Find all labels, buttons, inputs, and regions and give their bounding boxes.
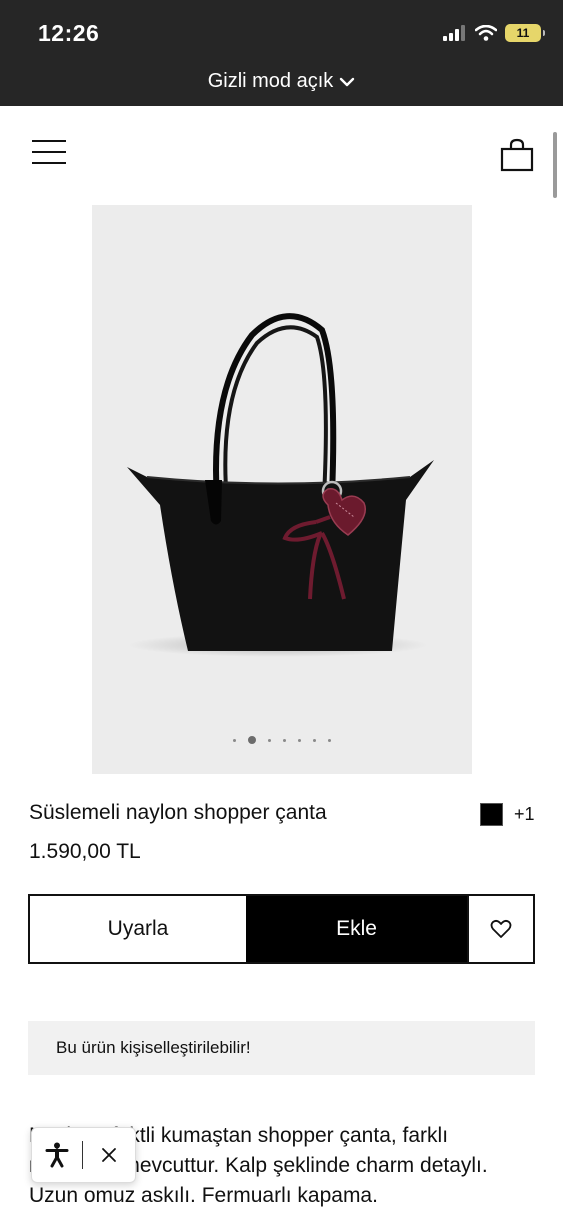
carousel-dot[interactable] xyxy=(268,738,271,742)
wifi-icon xyxy=(475,25,497,41)
private-mode-toggle[interactable]: Gizli mod açık xyxy=(0,70,563,93)
carousel-dot[interactable] xyxy=(328,738,331,742)
more-colors-link[interactable]: +1 xyxy=(514,804,535,825)
signal-icon xyxy=(443,25,465,41)
heart-icon xyxy=(490,919,512,938)
private-mode-label: Gizli mod açık xyxy=(207,70,334,92)
accessibility-close-button[interactable] xyxy=(83,1128,135,1182)
product-title: Süslemeli naylon shopper çanta xyxy=(29,801,327,824)
accessibility-icon xyxy=(45,1142,69,1168)
product-actions: Uyarla Ekle xyxy=(28,894,535,964)
carousel-dot[interactable] xyxy=(313,738,316,742)
customizable-note: Bu ürün kişiselleştirilebilir! xyxy=(28,1021,535,1075)
carousel-dot[interactable] xyxy=(283,738,286,742)
battery-icon: 11 xyxy=(505,24,545,42)
shopping-bag-icon[interactable] xyxy=(500,137,534,173)
carousel-dot[interactable] xyxy=(298,738,301,742)
accessibility-button[interactable] xyxy=(32,1128,82,1182)
carousel-dot[interactable] xyxy=(233,738,236,742)
browser-top-bar: 12:26 11 Gizli mod açık xyxy=(0,0,563,106)
chevron-down-icon xyxy=(340,77,355,86)
carousel-dots xyxy=(92,736,472,744)
product-price: 1.590,00 TL xyxy=(29,840,141,863)
status-icons: 11 xyxy=(443,24,545,42)
carousel-dot-active[interactable] xyxy=(248,736,256,744)
accessibility-widget xyxy=(31,1127,136,1183)
close-icon xyxy=(102,1148,116,1162)
product-image xyxy=(127,313,434,657)
add-to-cart-button[interactable]: Ekle xyxy=(246,896,467,962)
page-scrollbar[interactable] xyxy=(553,132,557,198)
favorite-button[interactable] xyxy=(467,896,533,962)
notify-button[interactable]: Uyarla xyxy=(30,896,246,962)
product-image-carousel[interactable] xyxy=(92,205,472,774)
menu-button[interactable] xyxy=(32,140,66,166)
status-time: 12:26 xyxy=(38,20,100,46)
color-swatch-black[interactable] xyxy=(480,803,503,826)
